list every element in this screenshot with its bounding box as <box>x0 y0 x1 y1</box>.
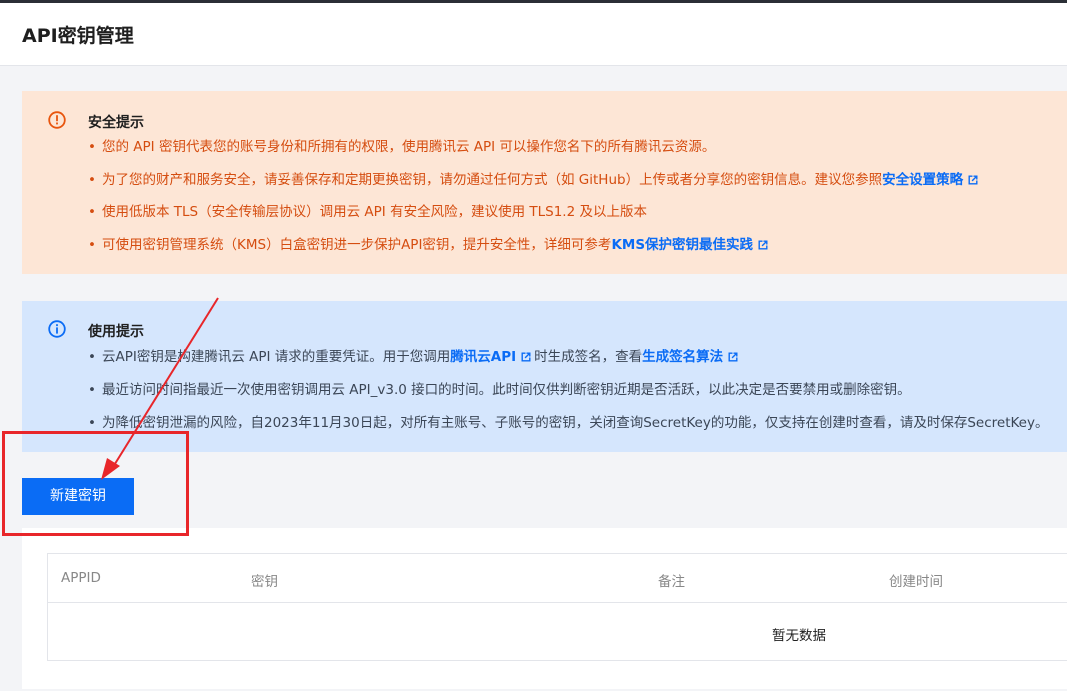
info-circle-icon <box>48 320 66 338</box>
column-header-appid: APPID <box>61 570 101 586</box>
security-policy-link[interactable]: 安全设置策略 <box>882 172 963 188</box>
security-tip-item: • 使用低版本 TLS（安全传输层协议）调用云 API 有安全风险，建议使用 TL… <box>88 204 647 220</box>
security-tip-item: • 可使用密钥管理系统（KMS）白盒密钥进一步保护API密钥，提升安全性，详细可参… <box>88 236 771 254</box>
table-empty-text: 暂无数据 <box>772 628 826 644</box>
usage-tip-item: • 为降低密钥泄漏的风险，自2023年11月30日起，对所有主账号、子账号的密钥，… <box>88 415 1049 431</box>
page-title: API密钥管理 <box>22 25 134 47</box>
column-header-remark: 备注 <box>658 574 685 590</box>
external-link-icon[interactable] <box>727 351 739 363</box>
column-header-key: 密钥 <box>251 574 278 590</box>
kms-best-practice-link[interactable]: KMS保护密钥最佳实践 <box>611 237 753 253</box>
security-tip-title: 安全提示 <box>88 115 144 131</box>
usage-tip-item: • 云API密钥是构建腾讯云 API 请求的重要凭证。用于您调用腾讯云API 时生成… <box>88 348 741 366</box>
signature-algorithm-link[interactable]: 生成签名算法 <box>642 349 723 365</box>
usage-tip-alert: 使用提示 • 云API密钥是构建腾讯云 API 请求的重要凭证。用于您调用腾讯云A… <box>22 301 1067 452</box>
usage-tip-title: 使用提示 <box>88 324 144 340</box>
security-tip-item: • 您的 API 密钥代表您的账号身份和所拥有的权限，使用腾讯云 API 可以操作… <box>88 139 716 155</box>
security-tip-alert: 安全提示 • 您的 API 密钥代表您的账号身份和所拥有的权限，使用腾讯云 API… <box>22 91 1067 274</box>
key-table: APPID 密钥 备注 创建时间 暂无数据 <box>47 553 1067 661</box>
tencent-cloud-api-link[interactable]: 腾讯云API <box>450 349 516 365</box>
new-key-button[interactable]: 新建密钥 <box>22 478 134 515</box>
page-header: API密钥管理 <box>0 3 1067 66</box>
column-header-created-time: 创建时间 <box>889 574 943 590</box>
external-link-icon[interactable] <box>967 174 979 186</box>
external-link-icon[interactable] <box>757 239 769 251</box>
exclamation-circle-icon <box>48 111 66 129</box>
key-table-panel: APPID 密钥 备注 创建时间 暂无数据 <box>22 528 1067 689</box>
usage-tip-item: • 最近访问时间指最近一次使用密钥调用云 API_v3.0 接口的时间。此时间仅供… <box>88 382 911 398</box>
security-tip-item: • 为了您的财产和服务安全，请妥善保存和定期更换密钥，请勿通过任何方式（如 Git… <box>88 171 981 189</box>
external-link-icon[interactable] <box>520 351 532 363</box>
table-header: APPID 密钥 备注 创建时间 <box>48 554 1067 603</box>
